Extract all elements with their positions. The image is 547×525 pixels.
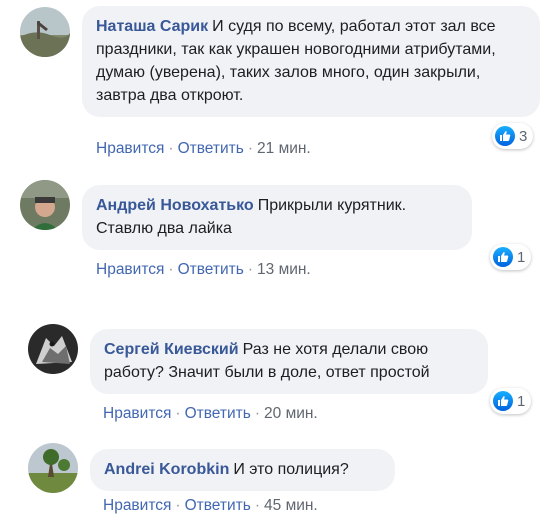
like-link[interactable]: Нравится bbox=[103, 405, 171, 422]
avatar[interactable] bbox=[20, 7, 70, 57]
comment-time[interactable]: 20 мин. bbox=[264, 405, 318, 422]
reaction-count: 1 bbox=[517, 248, 526, 266]
reaction-badge[interactable]: 1 bbox=[490, 244, 532, 270]
reaction-badge[interactable]: 1 bbox=[490, 388, 532, 414]
comment-text: И это полиция? bbox=[233, 461, 349, 478]
comment-author[interactable]: Наташа Сарик bbox=[96, 18, 208, 35]
avatar[interactable] bbox=[28, 324, 78, 374]
comment-bubble: Andrei Korobkin И это полиция? bbox=[90, 449, 395, 491]
reply-link[interactable]: Ответить bbox=[185, 497, 251, 514]
reaction-badge[interactable]: 3 bbox=[492, 123, 534, 149]
separator: · bbox=[247, 140, 254, 157]
separator: · bbox=[254, 405, 261, 422]
separator: · bbox=[175, 405, 181, 422]
separator: · bbox=[247, 261, 254, 278]
like-link[interactable]: Нравится bbox=[96, 261, 164, 278]
comment-author[interactable]: Andrei Korobkin bbox=[104, 461, 229, 478]
comment-time[interactable]: 21 мин. bbox=[257, 140, 311, 157]
comment-author[interactable]: Сергей Киевский bbox=[104, 341, 239, 358]
comment-actions: Нравится · Ответить · 13 мин. bbox=[96, 260, 311, 280]
like-link[interactable]: Нравится bbox=[96, 140, 164, 157]
separator: · bbox=[168, 140, 174, 157]
comment-actions: Нравится · Ответить · 20 мин. bbox=[103, 404, 318, 424]
thumbs-up-icon bbox=[493, 391, 513, 411]
comment-bubble: Наташа Сарик И судя по всему, работал это… bbox=[82, 6, 540, 117]
reply-link[interactable]: Ответить bbox=[178, 140, 244, 157]
thumbs-up-icon bbox=[493, 247, 513, 267]
separator: · bbox=[254, 497, 261, 514]
separator: · bbox=[168, 261, 174, 278]
avatar[interactable] bbox=[20, 180, 70, 230]
comment-bubble: Андрей Новохатько Прикрыли курятник. Став… bbox=[82, 185, 472, 250]
comment-actions: Нравится · Ответить · 45 мин. bbox=[103, 496, 318, 516]
avatar[interactable] bbox=[28, 443, 78, 493]
comment-bubble: Сергей Киевский Раз не хотя делали свою р… bbox=[90, 329, 488, 394]
reply-link[interactable]: Ответить bbox=[185, 405, 251, 422]
reply-link[interactable]: Ответить bbox=[178, 261, 244, 278]
comment-author[interactable]: Андрей Новохатько bbox=[96, 197, 254, 214]
separator: · bbox=[175, 497, 181, 514]
comment-time[interactable]: 13 мин. bbox=[257, 261, 311, 278]
comment-time[interactable]: 45 мин. bbox=[264, 497, 318, 514]
thumbs-up-icon bbox=[495, 126, 515, 146]
comment-actions: Нравится · Ответить · 21 мин. bbox=[96, 139, 311, 159]
reaction-count: 1 bbox=[517, 392, 526, 410]
like-link[interactable]: Нравится bbox=[103, 497, 171, 514]
reaction-count: 3 bbox=[519, 127, 528, 145]
